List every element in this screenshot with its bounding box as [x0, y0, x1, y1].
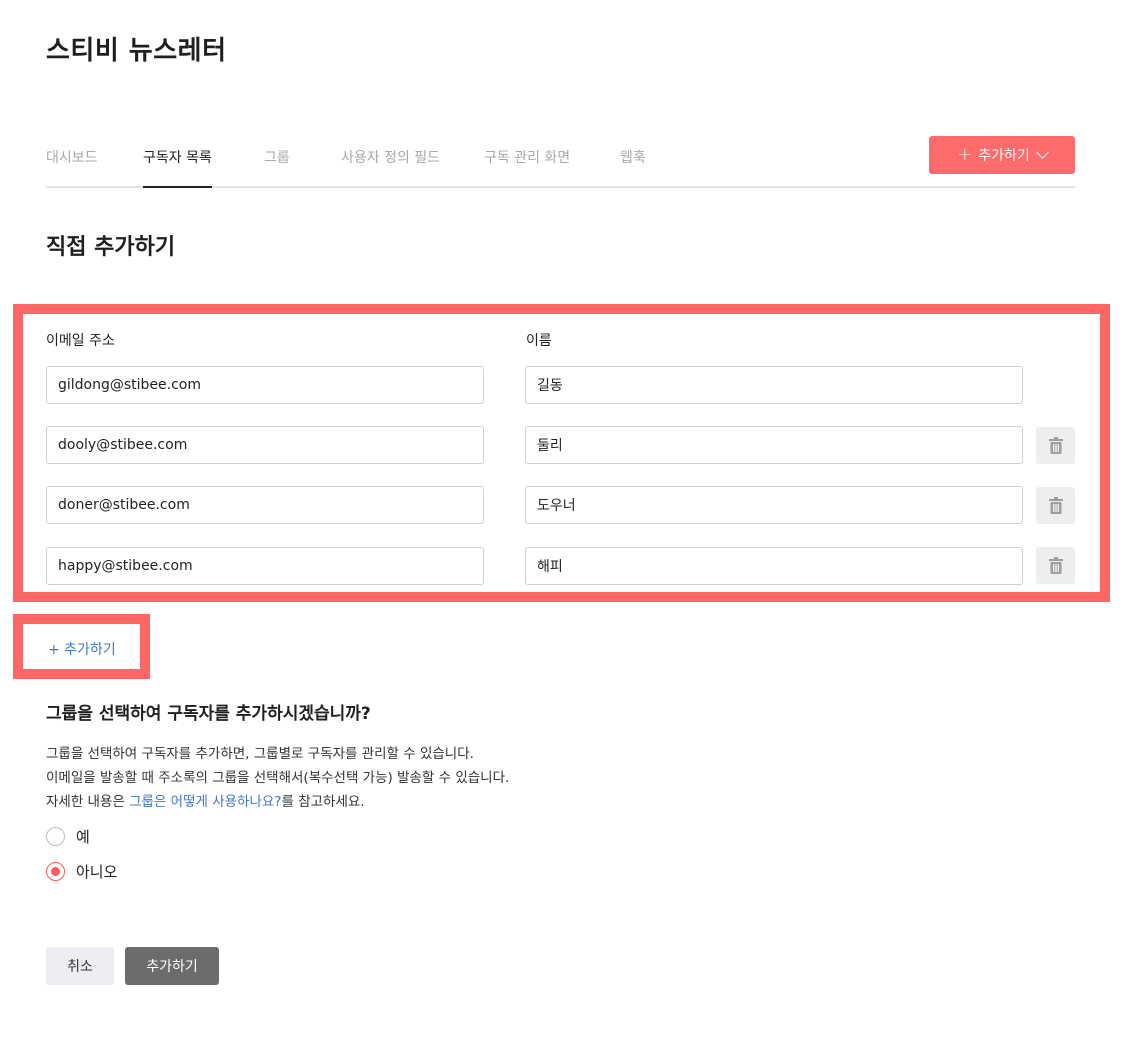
email-input-3[interactable]: [46, 486, 484, 524]
section-title: 직접 추가하기: [46, 235, 176, 260]
name-column-label: 이름: [526, 333, 552, 349]
radio-yes-label: 예: [76, 828, 90, 846]
trash-icon: [1048, 557, 1063, 574]
chevron-down-icon: [1035, 146, 1049, 159]
tab-webhook[interactable]: 웹훅: [620, 150, 646, 188]
email-column-label: 이메일 주소: [46, 333, 115, 349]
trash-icon: [1048, 497, 1063, 514]
email-input-1[interactable]: [46, 366, 484, 404]
tab-group[interactable]: 그룹: [264, 150, 290, 188]
app-root: 스티비 뉴스레터 대시보드 구독자 목록 그룹 사용자 정의 필드 구독 관리 …: [0, 0, 1130, 1045]
group-description-line-2: 이메일을 발송할 때 주소록의 그룹을 선택해서(복수선택 가능) 발송할 수 …: [46, 770, 510, 786]
delete-row-button-2[interactable]: [1036, 427, 1075, 464]
name-input-1[interactable]: [525, 366, 1023, 404]
tab-bar: 대시보드 구독자 목록 그룹 사용자 정의 필드 구독 관리 화면 웹훅: [46, 138, 1075, 188]
line-3-suffix: 를 참고하세요.: [281, 794, 365, 810]
tab-subscription-page[interactable]: 구독 관리 화면: [484, 150, 570, 188]
tab-custom-fields[interactable]: 사용자 정의 필드: [341, 150, 440, 188]
radio-no-label: 아니오: [76, 863, 118, 881]
radio-yes-circle[interactable]: [46, 827, 65, 846]
radio-no-circle[interactable]: [46, 862, 65, 881]
name-input-3[interactable]: [525, 486, 1023, 524]
group-question: 그룹을 선택하여 구독자를 추가하시겠습니까?: [46, 704, 371, 724]
page-title: 스티비 뉴스레터: [46, 36, 227, 66]
trash-icon: [1048, 437, 1063, 454]
group-description-line-3: 자세한 내용은 그룹은 어떻게 사용하나요?를 참고하세요.: [46, 790, 365, 810]
add-dropdown-button[interactable]: + 추가하기: [929, 136, 1075, 174]
line-3-prefix: 자세한 내용은: [46, 794, 130, 810]
submit-add-button[interactable]: 추가하기: [125, 947, 219, 985]
add-dropdown-label: 추가하기: [978, 148, 1030, 164]
cancel-button[interactable]: 취소: [46, 947, 114, 985]
tab-subscriber-list[interactable]: 구독자 목록: [143, 150, 212, 188]
delete-row-button-4[interactable]: [1036, 547, 1075, 584]
radio-yes[interactable]: 예: [46, 826, 90, 847]
radio-selected-dot: [51, 867, 60, 876]
plus-icon: +: [957, 144, 973, 165]
group-help-link[interactable]: 그룹은 어떻게 사용하나요?: [129, 794, 281, 810]
group-description-line-1: 그룹을 선택하여 구독자를 추가하면, 그룹별로 구독자를 관리할 수 있습니다…: [46, 746, 474, 762]
add-row-button[interactable]: + 추가하기: [48, 639, 116, 659]
email-input-4[interactable]: [46, 547, 484, 585]
delete-row-button-3[interactable]: [1036, 487, 1075, 524]
name-input-2[interactable]: [525, 426, 1023, 464]
email-input-2[interactable]: [46, 426, 484, 464]
radio-no[interactable]: 아니오: [46, 861, 117, 882]
tab-dashboard[interactable]: 대시보드: [46, 150, 98, 188]
name-input-4[interactable]: [525, 547, 1023, 585]
